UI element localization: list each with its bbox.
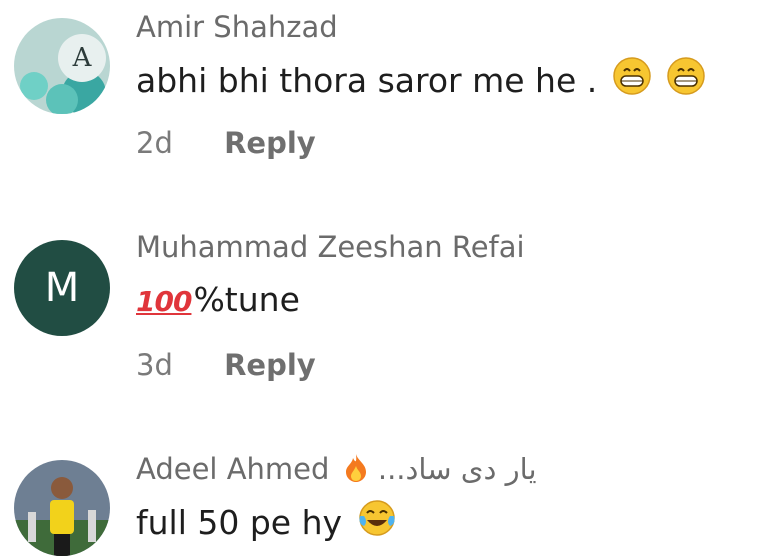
comment-author-suffix: یار دی ساد...: [377, 452, 537, 486]
fire-icon: [343, 453, 369, 490]
grinning-face-icon: [666, 56, 706, 104]
comment-item: A Amir Shahzad abhi bhi thora saror me h…: [0, 0, 760, 200]
comment-text-row: abhi bhi thora saror me he .: [136, 56, 706, 104]
tears-of-joy-icon: [357, 498, 397, 546]
comment-meta: 2d Reply: [136, 126, 316, 160]
comment-text: abhi bhi thora saror me he .: [136, 61, 598, 100]
reply-button[interactable]: Reply: [224, 348, 316, 382]
comment-item: M Muhammad Zeeshan Refai 100%tune 3d Rep…: [0, 220, 760, 420]
grinning-face-icon: [612, 56, 652, 104]
avatar-letter: A: [72, 43, 93, 73]
avatar-image: [14, 460, 110, 556]
comment-text-row: 100%tune: [136, 280, 300, 319]
comment-meta: 3d Reply: [136, 348, 316, 382]
avatar[interactable]: A: [14, 18, 110, 114]
comment-author[interactable]: Muhammad Zeeshan Refai: [136, 230, 525, 264]
comment-text: %tune: [193, 280, 300, 319]
comment-author: Adeel Ahmed: [136, 452, 330, 486]
comment-age: 2d: [136, 126, 173, 160]
comment-author[interactable]: Amir Shahzad: [136, 10, 338, 44]
comment-age: 3d: [136, 348, 173, 382]
reply-button[interactable]: Reply: [224, 126, 316, 160]
avatar[interactable]: [14, 460, 110, 556]
comment-author-row[interactable]: Adeel Ahmed یار دی ساد...: [136, 452, 537, 490]
avatar-letter: M: [44, 265, 80, 311]
avatar-image: A: [14, 18, 110, 114]
comment-text: full 50 pe hy: [136, 503, 343, 542]
comment-item: Adeel Ahmed یار دی ساد... full 50 pe hy: [0, 440, 760, 560]
comment-text-row: full 50 pe hy: [136, 498, 397, 546]
hundred-points-icon: 100: [136, 285, 192, 318]
avatar[interactable]: M: [14, 240, 110, 336]
